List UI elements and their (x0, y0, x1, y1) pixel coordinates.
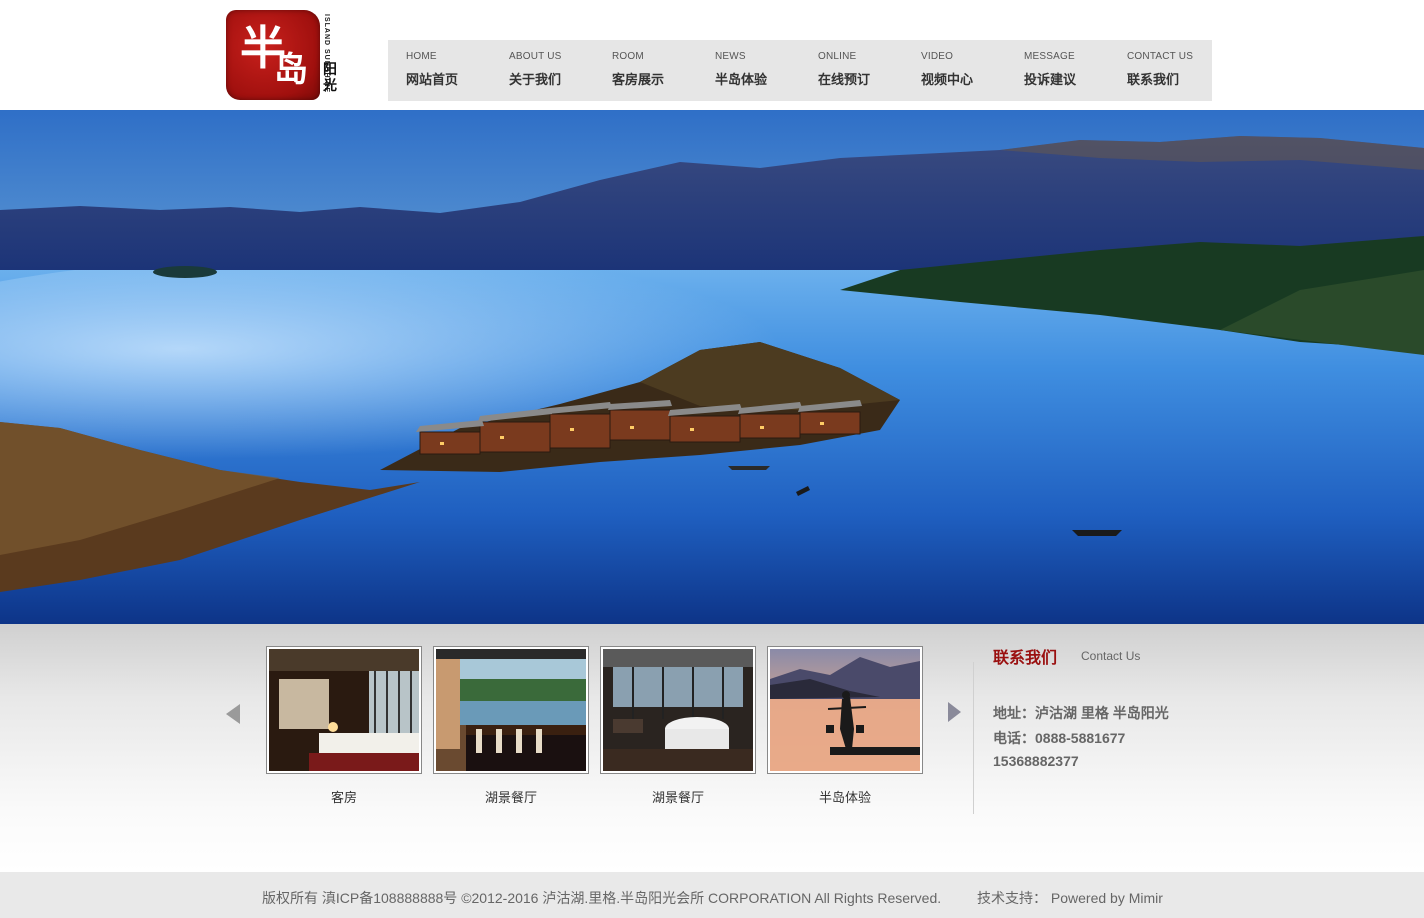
nav-item-en-label: CONTACT US (1127, 51, 1194, 62)
logo-seal: 半 岛 (226, 10, 320, 100)
nav-item-news[interactable]: NEWS 半岛体验 (697, 40, 800, 101)
nav-item-en-label: MESSAGE (1024, 51, 1075, 62)
gallery-thumb-restaurant-2[interactable] (600, 646, 756, 774)
room-photo (269, 649, 419, 771)
nav-item-en-label: ABOUT US (509, 51, 562, 62)
hero-banner (0, 110, 1424, 624)
fisherman-photo (770, 649, 920, 771)
nav-item-contact[interactable]: CONTACT US 联系我们 (1109, 40, 1212, 101)
gallery-caption: 湖景餐厅 (651, 790, 704, 805)
footer-copyright: 版权所有 滇ICP备108888888号 ©2012-2016 泸沽湖.里格.半… (262, 890, 942, 906)
nav-item-cn-label: 关于我们 (509, 72, 562, 87)
nav-item-video[interactable]: VIDEO 视频中心 (903, 40, 1006, 101)
nav-item-room[interactable]: ROOM 客房展示 (594, 40, 697, 101)
nav-item-about[interactable]: ABOUT US 关于我们 (491, 40, 594, 101)
nav-item-en-label: ONLINE (818, 51, 857, 62)
contact-phone: 电话：0888-5881677 (993, 730, 1126, 746)
contact-title: 联系我们 (993, 650, 1058, 667)
gallery-thumb-room[interactable] (266, 646, 422, 774)
nav-item-cn-label: 投诉建议 (1024, 72, 1077, 87)
gallery-caption: 半岛体验 (818, 790, 871, 805)
nav-item-en-label: HOME (406, 51, 437, 62)
gallery-next-arrow-icon[interactable] (945, 700, 963, 724)
featured-section: 客房 湖景餐厅 湖景餐厅 半岛体验 联系我们 Contact Us 地址：泸沽湖… (0, 624, 1424, 872)
gallery-caption: 客房 (330, 790, 357, 805)
gallery-thumb-experience[interactable] (767, 646, 923, 774)
restaurant-photo (603, 649, 753, 771)
nav-item-en-label: VIDEO (921, 51, 954, 62)
footer-tech-support[interactable]: 技术支持： Powered by Mimir (977, 888, 1163, 908)
nav-item-en-label: ROOM (612, 51, 644, 62)
nav-item-cn-label: 半岛体验 (715, 72, 768, 87)
site-header: 半 岛 ISLAND SUNSHINE 阳光 HOME 网站首页 ABOUT U… (0, 0, 1424, 110)
nav-item-cn-label: 联系我们 (1127, 72, 1180, 87)
nav-item-cn-label: 客房展示 (612, 72, 665, 87)
nav-item-online[interactable]: ONLINE 在线预订 (800, 40, 903, 101)
nav-item-message[interactable]: MESSAGE 投诉建议 (1006, 40, 1109, 101)
logo-chinese-text: 阳光 (323, 62, 337, 94)
restaurant-photo (436, 649, 586, 771)
gallery-prev-arrow-icon[interactable] (226, 704, 240, 724)
nav-item-cn-label: 在线预订 (818, 72, 871, 87)
site-footer: 版权所有 滇ICP备108888888号 ©2012-2016 泸沽湖.里格.半… (0, 872, 1424, 918)
nav-item-cn-label: 视频中心 (921, 72, 974, 87)
section-divider (973, 662, 974, 814)
site-logo[interactable]: 半 岛 ISLAND SUNSHINE 阳光 (226, 8, 342, 102)
gallery-caption: 湖景餐厅 (484, 790, 537, 805)
nav-item-cn-label: 网站首页 (406, 72, 459, 87)
nav-item-home[interactable]: HOME 网站首页 (388, 40, 491, 101)
gallery-thumb-restaurant-1[interactable] (433, 646, 589, 774)
lake-landscape-image (0, 110, 1424, 624)
main-nav: HOME 网站首页 ABOUT US 关于我们 ROOM 客房展示 NEWS 半… (388, 40, 1212, 101)
logo-seal-char-2: 岛 (274, 50, 308, 90)
contact-mobile: 15368882377 (993, 753, 1079, 769)
nav-item-en-label: NEWS (715, 51, 746, 62)
contact-address: 地址：泸沽湖 里格 半岛阳光 (993, 705, 1169, 721)
contact-title-en: Contact Us (1081, 649, 1141, 663)
